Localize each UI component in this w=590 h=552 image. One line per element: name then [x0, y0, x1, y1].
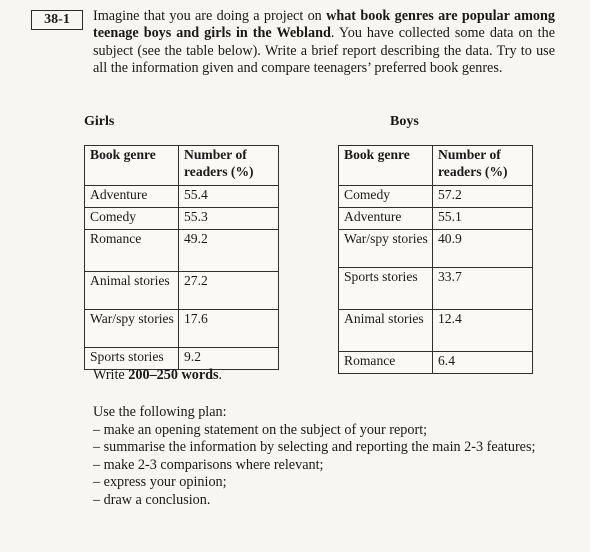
- column-header-readers: Number of readers (%): [178, 145, 279, 186]
- cell-readers-percent: 27.2: [178, 271, 279, 310]
- task-prompt-run-0: Imagine that you are doing a project on: [93, 8, 327, 24]
- cell-genre: Comedy: [84, 207, 179, 230]
- plan-item: – make 2-3 comparisons where relevant;: [93, 456, 324, 473]
- cell-genre: Romance: [84, 229, 179, 272]
- cell-readers-percent: 17.6: [178, 309, 279, 348]
- worksheet-page: 38-1 Imagine that you are doing a projec…: [0, 0, 590, 552]
- plan-item-list: – make an opening statement on the subje…: [93, 422, 563, 510]
- table-row: War/spy stories 17.6: [84, 309, 279, 348]
- plan-item: – make an opening statement on the subje…: [93, 421, 428, 438]
- cell-genre: Romance: [338, 351, 433, 374]
- table-header-row: Book genre Number of readers (%): [84, 145, 279, 186]
- cell-readers-percent: 57.2: [432, 185, 533, 208]
- column-header-genre: Book genre: [84, 145, 179, 186]
- table-row: Comedy 55.3: [84, 207, 279, 230]
- cell-genre: Comedy: [338, 185, 433, 208]
- table-row: Comedy 57.2: [338, 185, 533, 208]
- cell-genre: Sports stories: [338, 267, 433, 310]
- cell-readers-percent: 33.7: [432, 267, 533, 310]
- cell-readers-percent: 12.4: [432, 309, 533, 352]
- table-row: Animal stories 27.2: [84, 271, 279, 310]
- cell-readers-percent: 55.3: [178, 207, 279, 230]
- cell-readers-percent: 55.4: [178, 185, 279, 208]
- plan-item: – express your opinion;: [93, 474, 227, 491]
- table-row: Animal stories 12.4: [338, 309, 533, 352]
- word-count-instruction: Write 200–250 words.: [93, 367, 222, 384]
- table-row: Romance 49.2: [84, 229, 279, 272]
- task-prompt-text: Imagine that you are doing a project on …: [93, 8, 555, 78]
- plan-section: Use the following plan: – make an openin…: [93, 404, 563, 510]
- table-row: Adventure 55.1: [338, 207, 533, 230]
- table-caption-girls: Girls: [84, 114, 115, 129]
- cell-genre: War/spy stories: [338, 229, 433, 268]
- cell-readers-percent: 55.1: [432, 207, 533, 230]
- word-count-range: 200–250 words: [128, 367, 219, 383]
- cell-readers-percent: 49.2: [178, 229, 279, 272]
- cell-readers-percent: 6.4: [432, 351, 533, 374]
- boys-table-body: Comedy 57.2 Adventure 55.1 War/spy stories 40…: [338, 185, 533, 374]
- plan-item: – summarise the information by selecting…: [93, 439, 536, 456]
- task-number-badge: 38-1: [31, 10, 83, 30]
- table-row: Adventure 55.4: [84, 185, 279, 208]
- table-row: War/spy stories 40.9: [338, 229, 533, 268]
- cell-genre: Animal stories: [84, 271, 179, 310]
- cell-genre: Animal stories: [338, 309, 433, 352]
- write-prefix: Write: [93, 367, 129, 383]
- table-header-row: Book genre Number of readers (%): [338, 145, 533, 186]
- cell-genre: War/spy stories: [84, 309, 179, 348]
- plan-title: Use the following plan:: [93, 404, 227, 420]
- column-header-readers: Number of readers (%): [432, 145, 533, 186]
- table-row: Sports stories 33.7: [338, 267, 533, 310]
- cell-genre: Adventure: [84, 185, 179, 208]
- cell-readers-percent: 40.9: [432, 229, 533, 268]
- cell-genre: Adventure: [338, 207, 433, 230]
- write-suffix: .: [218, 367, 223, 383]
- plan-item: – draw a conclusion.: [93, 491, 211, 508]
- boys-data-table: Book genre Number of readers (%) Comedy 5…: [338, 145, 533, 374]
- table-caption-boys: Boys: [390, 114, 419, 129]
- column-header-genre: Book genre: [338, 145, 433, 186]
- girls-data-table: Book genre Number of readers (%) Adventu…: [84, 145, 279, 370]
- girls-table-body: Adventure 55.4 Comedy 55.3 Romance 49.2 Animal…: [84, 185, 279, 370]
- table-row: Romance 6.4: [338, 351, 533, 374]
